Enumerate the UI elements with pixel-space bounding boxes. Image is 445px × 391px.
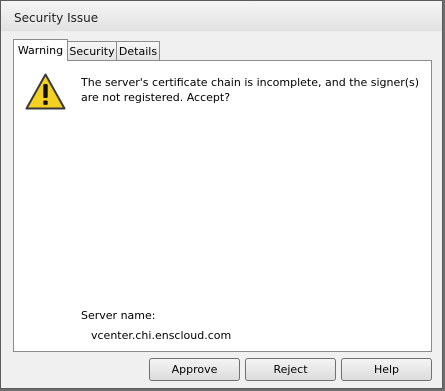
help-button[interactable]: Help (341, 358, 432, 381)
warning-triangle-icon (25, 73, 66, 110)
reject-button[interactable]: Reject (245, 358, 336, 381)
tab-details[interactable]: Details (116, 41, 160, 60)
tab-details-label: Details (118, 45, 158, 58)
tab-security-label: Security (69, 45, 115, 58)
tab-warning[interactable]: Warning (13, 39, 68, 61)
server-name-label: Server name: (81, 309, 156, 322)
tab-warning-label: Warning (17, 44, 64, 57)
tab-security[interactable]: Security (67, 41, 117, 60)
server-name-value: vcenter.chi.enscloud.com (91, 329, 232, 342)
warning-message: The server's certificate chain is incomp… (81, 76, 420, 104)
approve-button[interactable]: Approve (149, 358, 240, 381)
warning-panel: The server's certificate chain is incomp… (13, 60, 432, 352)
window-title: Security Issue (14, 11, 99, 25)
security-issue-dialog: Security Issue Warning Security Details … (0, 0, 443, 389)
title-bar[interactable]: Security Issue (1, 1, 442, 31)
